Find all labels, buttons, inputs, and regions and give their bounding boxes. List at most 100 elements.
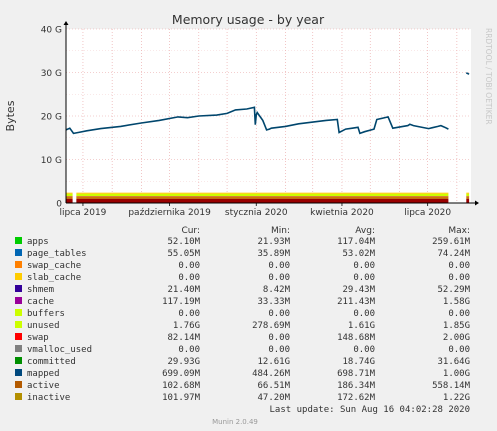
band-layer-active bbox=[466, 196, 470, 199]
legend-min: 47.20M bbox=[257, 393, 290, 403]
band-layer-swap bbox=[76, 196, 449, 197]
legend-max: 0.00 bbox=[448, 345, 470, 355]
band-layer-unused bbox=[66, 193, 73, 197]
legend-max: 1.22G bbox=[443, 393, 470, 403]
legend-max: 74.24M bbox=[437, 249, 470, 259]
legend-name: inactive bbox=[27, 393, 70, 403]
legend-cur: 699.09M bbox=[162, 369, 201, 379]
legend-min: 12.61G bbox=[257, 357, 290, 367]
band-layer-active bbox=[66, 196, 73, 199]
legend-swatch bbox=[15, 273, 22, 280]
legend-swatch bbox=[15, 297, 22, 304]
legend-name: page_tables bbox=[27, 249, 87, 259]
y-tick-label: 40 G bbox=[41, 26, 62, 36]
legend-name: unused bbox=[27, 321, 60, 331]
band-layer-active bbox=[76, 196, 449, 199]
x-tick-label: stycznia 2020 bbox=[225, 208, 288, 218]
legend-min: 8.42M bbox=[263, 285, 291, 295]
legend-avg: 211.43M bbox=[337, 297, 376, 307]
legend-avg: 0.00 bbox=[353, 309, 375, 319]
band-layer-slab_cache bbox=[466, 192, 470, 194]
legend-min: 0.00 bbox=[268, 345, 290, 355]
legend-max: 1.85G bbox=[443, 321, 470, 331]
legend-name: swap bbox=[27, 333, 49, 343]
legend-cur: 82.14M bbox=[167, 333, 200, 343]
legend-avg: 18.74G bbox=[342, 357, 375, 367]
legend-name: mapped bbox=[27, 369, 60, 379]
legend-swatch bbox=[15, 369, 22, 376]
y-tick-label: 20 G bbox=[41, 113, 62, 123]
legend-avg: 698.71M bbox=[337, 369, 376, 379]
legend-cur: 21.40M bbox=[167, 285, 200, 295]
legend-name: slab_cache bbox=[27, 273, 81, 283]
legend-max: 558.14M bbox=[432, 381, 471, 391]
legend-avg: 186.34M bbox=[337, 381, 376, 391]
x-tick-label: października 2019 bbox=[128, 208, 211, 218]
legend-min: 33.33M bbox=[257, 297, 290, 307]
legend-min: 0.00 bbox=[268, 261, 290, 271]
legend-max: 259.61M bbox=[432, 237, 471, 247]
legend-cur: 0.00 bbox=[178, 309, 200, 319]
band-layer-inactive bbox=[466, 198, 470, 203]
legend-name: swap_cache bbox=[27, 261, 81, 271]
memory-usage-chart: Memory usage - by year Bytes RRDTOOL / T… bbox=[0, 0, 497, 431]
legend-cur: 0.00 bbox=[178, 345, 200, 355]
legend-max: 1.00G bbox=[443, 369, 470, 379]
legend-swatch bbox=[15, 285, 22, 292]
legend-avg: 0.00 bbox=[353, 345, 375, 355]
footer-version: Munin 2.0.49 bbox=[212, 418, 258, 426]
legend-avg: 117.04M bbox=[337, 237, 376, 247]
legend-max: 1.58G bbox=[443, 297, 470, 307]
legend-max: 0.00 bbox=[448, 273, 470, 283]
band-layer-inactive bbox=[66, 198, 73, 203]
legend-swatch bbox=[15, 249, 22, 256]
x-tick-label: lipca 2020 bbox=[404, 208, 451, 218]
band-layer-unused bbox=[76, 193, 449, 197]
legend-avg: 29.43M bbox=[342, 285, 375, 295]
band-layer-swap bbox=[66, 196, 73, 197]
legend-swatch bbox=[15, 381, 22, 388]
legend-cur: 55.05M bbox=[167, 249, 200, 259]
chart-title: Memory usage - by year bbox=[172, 12, 325, 27]
last-update: Last update: Sun Aug 16 04:02:28 2020 bbox=[270, 405, 470, 415]
legend-max: 2.00G bbox=[443, 333, 470, 343]
legend-avg: 1.61G bbox=[348, 321, 375, 331]
legend-name: cache bbox=[27, 297, 54, 307]
legend-cur: 52.10M bbox=[167, 237, 200, 247]
legend-cur: 102.68M bbox=[162, 381, 201, 391]
y-tick-label: 30 G bbox=[41, 69, 62, 79]
legend-min: 484.26M bbox=[252, 369, 291, 379]
y-tick-label: 10 G bbox=[41, 156, 62, 166]
legend-max: 0.00 bbox=[448, 309, 470, 319]
legend-name: vmalloc_used bbox=[27, 345, 92, 355]
x-tick-label: kwietnia 2020 bbox=[310, 208, 374, 218]
legend-name: apps bbox=[27, 237, 49, 247]
legend-header-avg: Avg: bbox=[355, 226, 375, 236]
legend-swatch bbox=[15, 357, 22, 364]
legend-min: 35.89M bbox=[257, 249, 290, 259]
legend-max: 52.29M bbox=[437, 285, 470, 295]
legend-header-min: Min: bbox=[271, 226, 290, 236]
legend-cur: 29.93G bbox=[167, 357, 200, 367]
band-layer-slab_cache bbox=[76, 192, 449, 194]
legend-min: 278.69M bbox=[252, 321, 291, 331]
legend-cur: 0.00 bbox=[178, 273, 200, 283]
legend-swatch bbox=[15, 333, 22, 340]
legend-name: active bbox=[27, 381, 60, 391]
legend-max: 0.00 bbox=[448, 261, 470, 271]
legend-min: 66.51M bbox=[257, 381, 290, 391]
legend-avg: 53.02M bbox=[342, 249, 375, 259]
legend-avg: 148.68M bbox=[337, 333, 376, 343]
legend-name: shmem bbox=[27, 285, 54, 295]
legend-avg: 0.00 bbox=[353, 273, 375, 283]
legend-swatch bbox=[15, 393, 22, 400]
legend-swatch bbox=[15, 237, 22, 244]
band-layer-inactive bbox=[76, 198, 449, 203]
legend-cur: 101.97M bbox=[162, 393, 201, 403]
x-tick-label: lipca 2019 bbox=[59, 208, 106, 218]
legend-header-max: Max: bbox=[448, 226, 470, 236]
legend-swatch bbox=[15, 309, 22, 316]
legend-min: 0.00 bbox=[268, 333, 290, 343]
side-label: RRDTOOL / TOBI OETIKER bbox=[484, 28, 493, 125]
legend-cur: 117.19M bbox=[162, 297, 201, 307]
